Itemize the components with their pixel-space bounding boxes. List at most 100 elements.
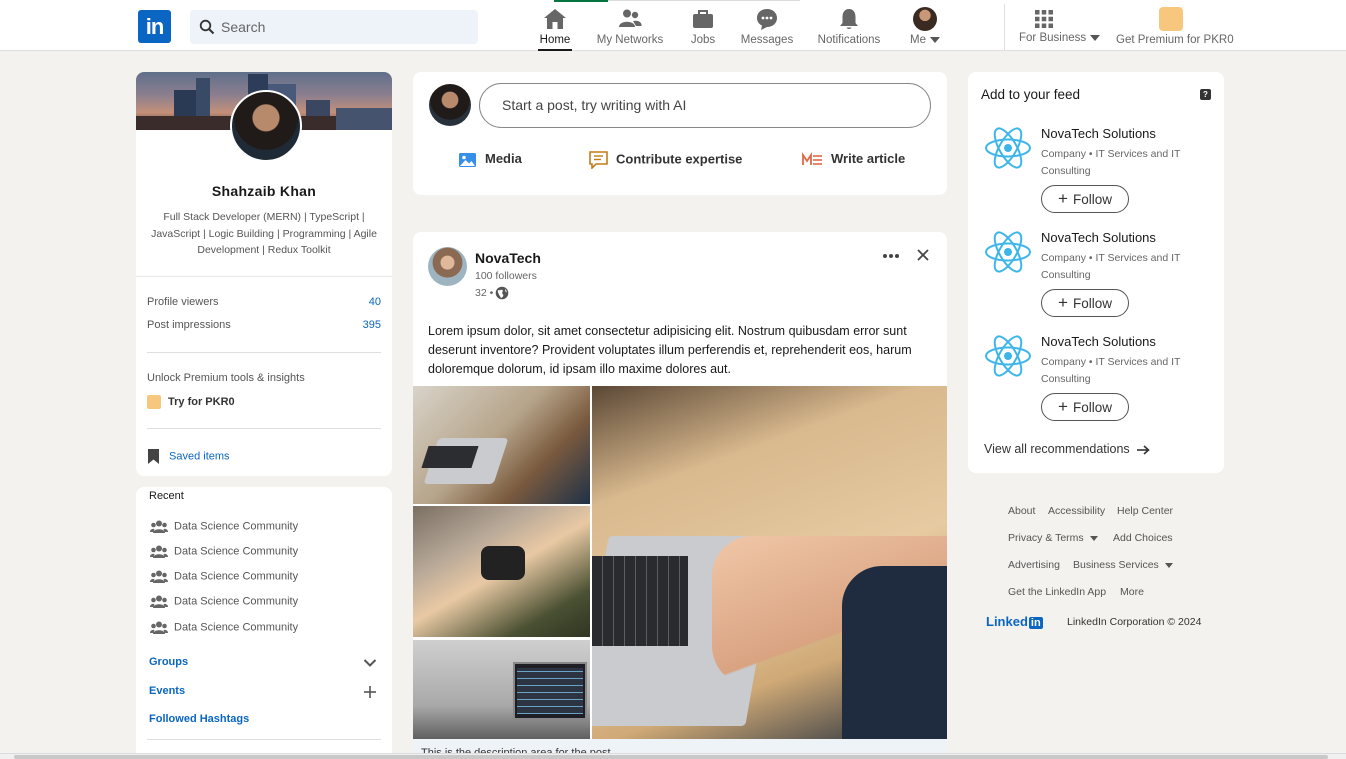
premium-prompt: Unlock Premium tools & insights [147, 372, 305, 384]
nav-messages[interactable]: Messages [740, 4, 794, 51]
post-image[interactable] [413, 386, 590, 504]
nav-home[interactable]: Home [538, 4, 572, 51]
post-image[interactable] [592, 386, 947, 739]
view-all-text: View all recommendations [984, 442, 1130, 456]
footer-get-app[interactable]: Get the LinkedIn App [1008, 586, 1106, 598]
top-nav: in Home My Networks Jobs Messages Notifi… [0, 0, 1346, 51]
recent-item-label: Data Science Community [174, 570, 299, 583]
stat-post-impressions[interactable]: Post impressions 395 [147, 319, 381, 331]
more-options-icon[interactable] [881, 246, 901, 266]
group-icon [150, 520, 168, 533]
nav-me-text: Me [910, 34, 926, 46]
briefcase-icon [693, 10, 713, 28]
nav-jobs-label: Jobs [690, 34, 716, 46]
nav-divider [1004, 4, 1005, 50]
footer-more[interactable]: More [1120, 586, 1144, 598]
footer-business-text: Business Services [1073, 559, 1159, 571]
follow-button[interactable]: + Follow [1041, 289, 1129, 317]
group-icon [150, 595, 168, 608]
nav-get-premium-label: Get Premium for PKR0 [1116, 34, 1234, 46]
group-icon [150, 570, 168, 583]
footer-business-services[interactable]: Business Services [1073, 559, 1173, 571]
avatar[interactable] [429, 84, 471, 126]
groups-link[interactable]: Groups [149, 656, 188, 668]
recent-item[interactable]: Data Science Community [150, 621, 298, 634]
nav-notifications[interactable]: Notifications [816, 4, 882, 51]
footer-accessibility[interactable]: Accessibility [1048, 505, 1105, 517]
article-icon [802, 151, 822, 165]
recommendation-name[interactable]: NovaTech Solutions [1041, 126, 1156, 141]
footer-help-center[interactable]: Help Center [1117, 505, 1173, 517]
follow-button[interactable]: + Follow [1041, 185, 1129, 213]
footer-ad-choices[interactable]: Add Choices [1113, 532, 1173, 544]
nav-notifications-label: Notifications [817, 34, 881, 46]
start-post-card: Start a post, try writing with AI Media … [413, 72, 947, 195]
nav-messages-label: Messages [740, 34, 794, 46]
nav-my-networks[interactable]: My Networks [594, 4, 666, 51]
nav-me[interactable]: Me [902, 4, 948, 51]
nav-me-label: Me [902, 34, 948, 46]
footer-advertising[interactable]: Advertising [1008, 559, 1060, 571]
post-author-name[interactable]: NovaTech [475, 250, 541, 266]
recommendation-name[interactable]: NovaTech Solutions [1041, 334, 1156, 349]
follow-button[interactable]: + Follow [1041, 393, 1129, 421]
contribute-expertise-button[interactable]: Contribute expertise [589, 151, 743, 170]
chevron-down-icon[interactable] [363, 658, 377, 668]
start-post-input[interactable]: Start a post, try writing with AI [479, 83, 931, 128]
divider [147, 739, 381, 740]
write-article-label: Write article [831, 151, 906, 166]
info-icon[interactable]: ? [1200, 89, 1211, 100]
recent-item[interactable]: Data Science Community [150, 545, 298, 558]
post-author-avatar[interactable] [428, 247, 467, 286]
events-link[interactable]: Events [149, 685, 185, 697]
nav-accent-line [608, 0, 800, 1]
post-author-followers: 100 followers [475, 270, 537, 282]
post-body-text: Lorem ipsum dolor, sit amet consectetur … [428, 324, 912, 376]
divider [147, 428, 381, 429]
recent-item-label: Data Science Community [174, 545, 299, 558]
horizontal-scrollbar[interactable] [0, 753, 1346, 759]
react-logo-icon[interactable] [984, 126, 1032, 170]
write-article-button[interactable]: Write article [802, 151, 905, 168]
network-icon [619, 9, 642, 27]
try-premium-link[interactable]: Try for PKR0 [147, 395, 235, 409]
scrollbar-thumb[interactable] [14, 755, 1328, 759]
recommendation-name[interactable]: NovaTech Solutions [1041, 230, 1156, 245]
message-icon [757, 9, 777, 30]
recent-item[interactable]: Data Science Community [150, 520, 298, 533]
profile-card: Shahzaib Khan Full Stack Developer (MERN… [136, 72, 392, 476]
recent-item[interactable]: Data Science Community [150, 570, 298, 583]
feed-title: Add to your feed [981, 87, 1081, 102]
react-logo-icon[interactable] [984, 230, 1032, 274]
followed-hashtags-link[interactable]: Followed Hashtags [149, 713, 249, 725]
nav-for-business[interactable]: For Business [1016, 4, 1101, 51]
post-image[interactable] [413, 506, 590, 637]
react-logo-icon[interactable] [984, 334, 1032, 378]
profile-name[interactable]: Shahzaib Khan [136, 183, 392, 199]
search-box[interactable] [190, 10, 478, 44]
view-all-recommendations-link[interactable]: View all recommendations [984, 442, 1150, 456]
footer-privacy-terms[interactable]: Privacy & Terms [1008, 532, 1098, 544]
contribute-expertise-label: Contribute expertise [616, 151, 743, 167]
media-button[interactable]: Media [458, 151, 522, 168]
profile-avatar[interactable] [230, 90, 302, 162]
premium-icon [1159, 7, 1183, 31]
linkedin-logo[interactable]: in [138, 10, 171, 43]
plus-icon: + [1058, 189, 1068, 208]
premium-icon [147, 395, 161, 409]
recent-item-label: Data Science Community [174, 621, 299, 634]
footer-about[interactable]: About [1008, 505, 1035, 517]
plus-icon[interactable] [363, 685, 377, 699]
logo-wordmark: Linked [986, 614, 1028, 629]
recommendation-subtitle: Company • IT Services and IT Consulting [1041, 148, 1181, 177]
recent-item[interactable]: Data Science Community [150, 595, 298, 608]
nav-get-premium[interactable]: Get Premium for PKR0 [1116, 4, 1234, 51]
close-icon[interactable] [916, 248, 930, 262]
nav-jobs[interactable]: Jobs [688, 4, 718, 51]
stat-profile-viewers[interactable]: Profile viewers 40 [147, 296, 381, 308]
chevron-down-icon [929, 36, 940, 43]
saved-items-link[interactable]: Saved items [147, 448, 230, 465]
search-input[interactable] [221, 10, 471, 44]
globe-icon [495, 286, 509, 300]
linkedin-footer-logo: Linked in [986, 614, 1043, 629]
